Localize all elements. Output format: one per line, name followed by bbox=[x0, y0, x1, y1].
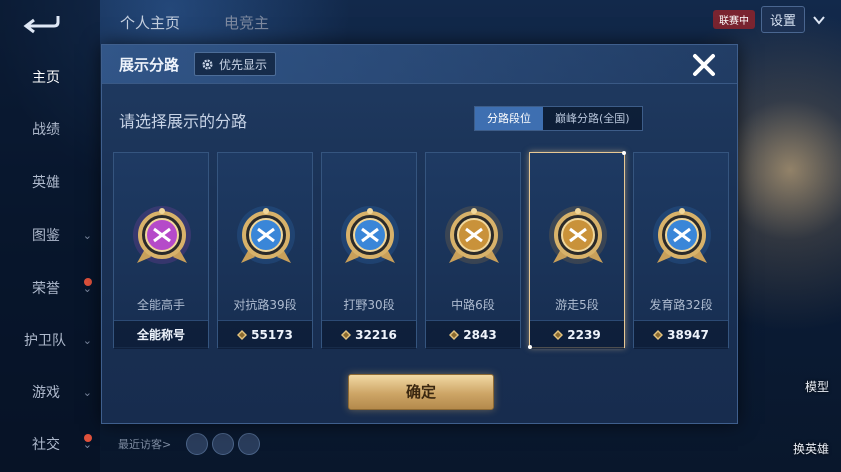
recent-visitors-link[interactable]: 最近访客> bbox=[118, 436, 171, 452]
lane-card-stat: 2843 bbox=[426, 320, 520, 349]
lane-card-label: 中路6段 bbox=[451, 298, 495, 312]
clash-lane-emblem-icon bbox=[237, 206, 295, 264]
nav-label: 荣誉 bbox=[32, 281, 60, 297]
lane-card-label: 对抗路39段 bbox=[233, 298, 297, 312]
lane-card-stat-value: 全能称号 bbox=[136, 328, 185, 342]
nav-item-guard[interactable]: 护卫队 ⌄ bbox=[0, 326, 100, 356]
lane-card-stat-value: 2239 bbox=[567, 328, 601, 342]
tab-lane-rank[interactable]: 分路段位 bbox=[475, 107, 543, 130]
dialog-header: 展示分路 优先显示 bbox=[102, 45, 737, 84]
nav-item-games[interactable]: 游戏 ⌄ bbox=[0, 378, 100, 408]
notification-dot bbox=[84, 434, 92, 442]
left-nav: 主页 战绩 英雄 图鉴 ⌄ 荣誉 ⌄ 护卫队 ⌄ 游戏 ⌄ 社交 ⌄ bbox=[0, 0, 100, 472]
chevron-down-icon: ⌄ bbox=[82, 334, 92, 347]
tab-profile[interactable]: 个人主页 bbox=[120, 12, 180, 33]
visitor-avatar[interactable] bbox=[212, 433, 234, 455]
all-round-emblem-icon bbox=[133, 206, 191, 264]
lane-card[interactable]: 中路6段 2843 bbox=[425, 152, 521, 349]
lane-card-stat: 32216 bbox=[322, 320, 416, 349]
lane-card[interactable]: 发育路32段 38947 bbox=[633, 152, 729, 349]
lane-mode-toggle: 分路段位 巅峰分路(全国) bbox=[474, 106, 643, 131]
nav-item-home[interactable]: 主页 bbox=[0, 63, 100, 93]
lane-card-stat-value: 38947 bbox=[667, 328, 709, 342]
status-badge: 联赛中 bbox=[712, 10, 755, 29]
nav-item-record[interactable]: 战绩 bbox=[0, 115, 100, 145]
nav-item-social[interactable]: 社交 ⌄ bbox=[0, 430, 100, 460]
farm-lane-emblem-icon bbox=[653, 206, 711, 264]
nav-label: 主页 bbox=[32, 70, 60, 86]
nav-item-gallery[interactable]: 图鉴 ⌄ bbox=[0, 221, 100, 251]
lane-card-stat: 全能称号 bbox=[114, 320, 208, 349]
switch-hero-button[interactable]: 换英雄 bbox=[793, 440, 829, 457]
back-arrow-icon[interactable] bbox=[22, 12, 62, 36]
top-right-area: 联赛中 设置 bbox=[712, 6, 827, 33]
nav-label: 战绩 bbox=[32, 122, 60, 138]
priority-display-button[interactable]: 优先显示 bbox=[194, 52, 277, 76]
gear-icon bbox=[202, 58, 213, 70]
jungle-emblem-icon bbox=[341, 206, 399, 264]
lane-card-stat-value: 2843 bbox=[463, 328, 497, 342]
visitor-avatar[interactable] bbox=[238, 433, 260, 455]
dialog-subtitle: 请选择展示的分路 bbox=[119, 112, 248, 131]
settings-button[interactable]: 设置 bbox=[760, 6, 805, 33]
dialog-title: 展示分路 bbox=[119, 56, 180, 74]
lane-card-stat: 2239 bbox=[530, 320, 624, 349]
confirm-button[interactable]: 确定 bbox=[348, 374, 494, 410]
visitor-avatar[interactable] bbox=[186, 433, 208, 455]
rank-gem-icon bbox=[653, 330, 664, 340]
priority-display-label: 优先显示 bbox=[219, 57, 268, 72]
selection-corner-dot bbox=[622, 151, 626, 155]
notification-dot bbox=[84, 278, 92, 286]
selection-corner-dot bbox=[528, 345, 532, 349]
nav-item-heroes[interactable]: 英雄 bbox=[0, 168, 100, 198]
nav-label: 游戏 bbox=[32, 385, 60, 401]
chevron-down-icon: ⌄ bbox=[82, 229, 92, 242]
mid-lane-emblem-icon bbox=[445, 206, 503, 264]
rank-gem-icon bbox=[449, 330, 460, 340]
chevron-down-icon[interactable] bbox=[811, 12, 827, 28]
lane-card-label: 打野30段 bbox=[343, 298, 395, 312]
model-button[interactable]: 模型 bbox=[805, 378, 829, 395]
lane-display-dialog: 展示分路 优先显示 请选择展示的分路 分路段位 巅峰分路(全国) 全能高手全能称… bbox=[101, 44, 738, 424]
chevron-down-icon: ⌄ bbox=[82, 386, 92, 399]
close-icon[interactable] bbox=[690, 51, 718, 79]
nav-item-honor[interactable]: 荣誉 ⌄ bbox=[0, 274, 100, 304]
roam-emblem-icon bbox=[549, 206, 607, 264]
rank-gem-icon bbox=[553, 330, 564, 340]
lane-card-label: 发育路32段 bbox=[649, 298, 713, 312]
lane-card[interactable]: 游走5段 2239 bbox=[528, 151, 626, 349]
rank-gem-icon bbox=[237, 330, 248, 340]
lane-card-stat-value: 32216 bbox=[355, 328, 397, 342]
lane-card-label: 游走5段 bbox=[555, 298, 599, 312]
nav-label: 社交 bbox=[32, 437, 60, 453]
nav-label: 图鉴 bbox=[32, 228, 60, 244]
nav-label: 英雄 bbox=[32, 175, 60, 191]
tab-peak-lane[interactable]: 巅峰分路(全国) bbox=[543, 107, 642, 130]
tab-esports[interactable]: 电竞主 bbox=[224, 12, 269, 33]
lane-card[interactable]: 全能高手 全能称号 bbox=[113, 152, 209, 349]
lane-card-stat: 55173 bbox=[218, 320, 312, 349]
nav-label: 护卫队 bbox=[24, 333, 66, 349]
lane-card-stat-value: 55173 bbox=[251, 328, 293, 342]
lane-card-stat: 38947 bbox=[634, 320, 728, 349]
rank-gem-icon bbox=[341, 330, 352, 340]
lane-card[interactable]: 对抗路39段 55173 bbox=[217, 152, 313, 349]
lane-card[interactable]: 打野30段 32216 bbox=[321, 152, 417, 349]
lane-card-label: 全能高手 bbox=[136, 298, 185, 312]
